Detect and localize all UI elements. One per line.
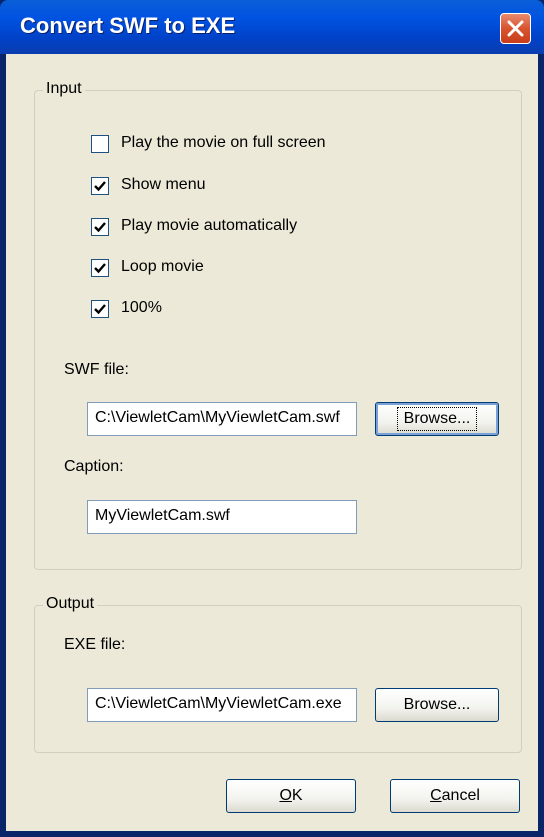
close-icon xyxy=(507,20,524,37)
swf-file-label: SWF file: xyxy=(64,361,129,378)
checkmark-icon xyxy=(94,181,106,192)
swf-file-input[interactable]: C:\ViewletCam\MyViewletCam.swf xyxy=(87,402,357,436)
ok-button[interactable]: OK xyxy=(226,779,356,813)
cancel-button[interactable]: Cancel xyxy=(390,779,520,813)
checkbox-show-menu[interactable] xyxy=(91,177,109,195)
window-title: Convert SWF to EXE xyxy=(20,13,236,38)
cancel-accelerator: C xyxy=(430,787,442,804)
exe-file-input[interactable]: C:\ViewletCam\MyViewletCam.exe xyxy=(87,688,357,722)
exe-browse-button[interactable]: Browse... xyxy=(375,688,499,722)
output-group: Output EXE file: C:\ViewletCam\MyViewlet… xyxy=(34,595,522,753)
caption-value: MyViewletCam.swf xyxy=(95,507,230,524)
option-show-menu-label: Show menu xyxy=(121,176,206,193)
swf-file-value: C:\ViewletCam\MyViewletCam.swf xyxy=(95,409,340,426)
cancel-label: Cancel xyxy=(430,787,480,805)
swf-browse-label: Browse... xyxy=(396,407,478,431)
checkbox-fullscreen[interactable] xyxy=(91,135,109,153)
exe-file-label: EXE file: xyxy=(64,636,126,653)
dialog-body: Input Play the movie on full screen Show… xyxy=(6,54,538,831)
exe-file-value: C:\ViewletCam\MyViewletCam.exe xyxy=(95,695,342,712)
input-group: Input Play the movie on full screen Show… xyxy=(34,80,522,570)
caption-label: Caption: xyxy=(64,458,124,475)
checkmark-icon xyxy=(94,304,106,315)
ok-accelerator: O xyxy=(279,787,292,804)
input-group-label: Input xyxy=(43,80,85,98)
option-loop-label: Loop movie xyxy=(121,258,204,275)
option-autoplay-label: Play movie automatically xyxy=(121,217,298,234)
exe-browse-label: Browse... xyxy=(403,696,471,713)
dialog-window: Convert SWF to EXE Input Play the movie … xyxy=(0,0,544,837)
checkbox-100-percent[interactable] xyxy=(91,300,109,318)
checkmark-icon xyxy=(94,263,106,274)
ok-label-rest: K xyxy=(291,787,303,804)
output-group-label: Output xyxy=(43,595,98,613)
close-button[interactable] xyxy=(500,13,531,44)
caption-input[interactable]: MyViewletCam.swf xyxy=(87,500,357,534)
title-bar[interactable]: Convert SWF to EXE xyxy=(0,0,544,54)
option-fullscreen-label: Play the movie on full screen xyxy=(121,134,326,151)
swf-browse-button[interactable]: Browse... xyxy=(375,402,499,436)
checkbox-autoplay[interactable] xyxy=(91,218,109,236)
option-100-percent-label: 100% xyxy=(121,299,162,316)
checkmark-icon xyxy=(94,222,106,233)
ok-label: OK xyxy=(279,787,302,805)
checkbox-loop[interactable] xyxy=(91,259,109,277)
cancel-label-rest: ancel xyxy=(441,787,480,804)
